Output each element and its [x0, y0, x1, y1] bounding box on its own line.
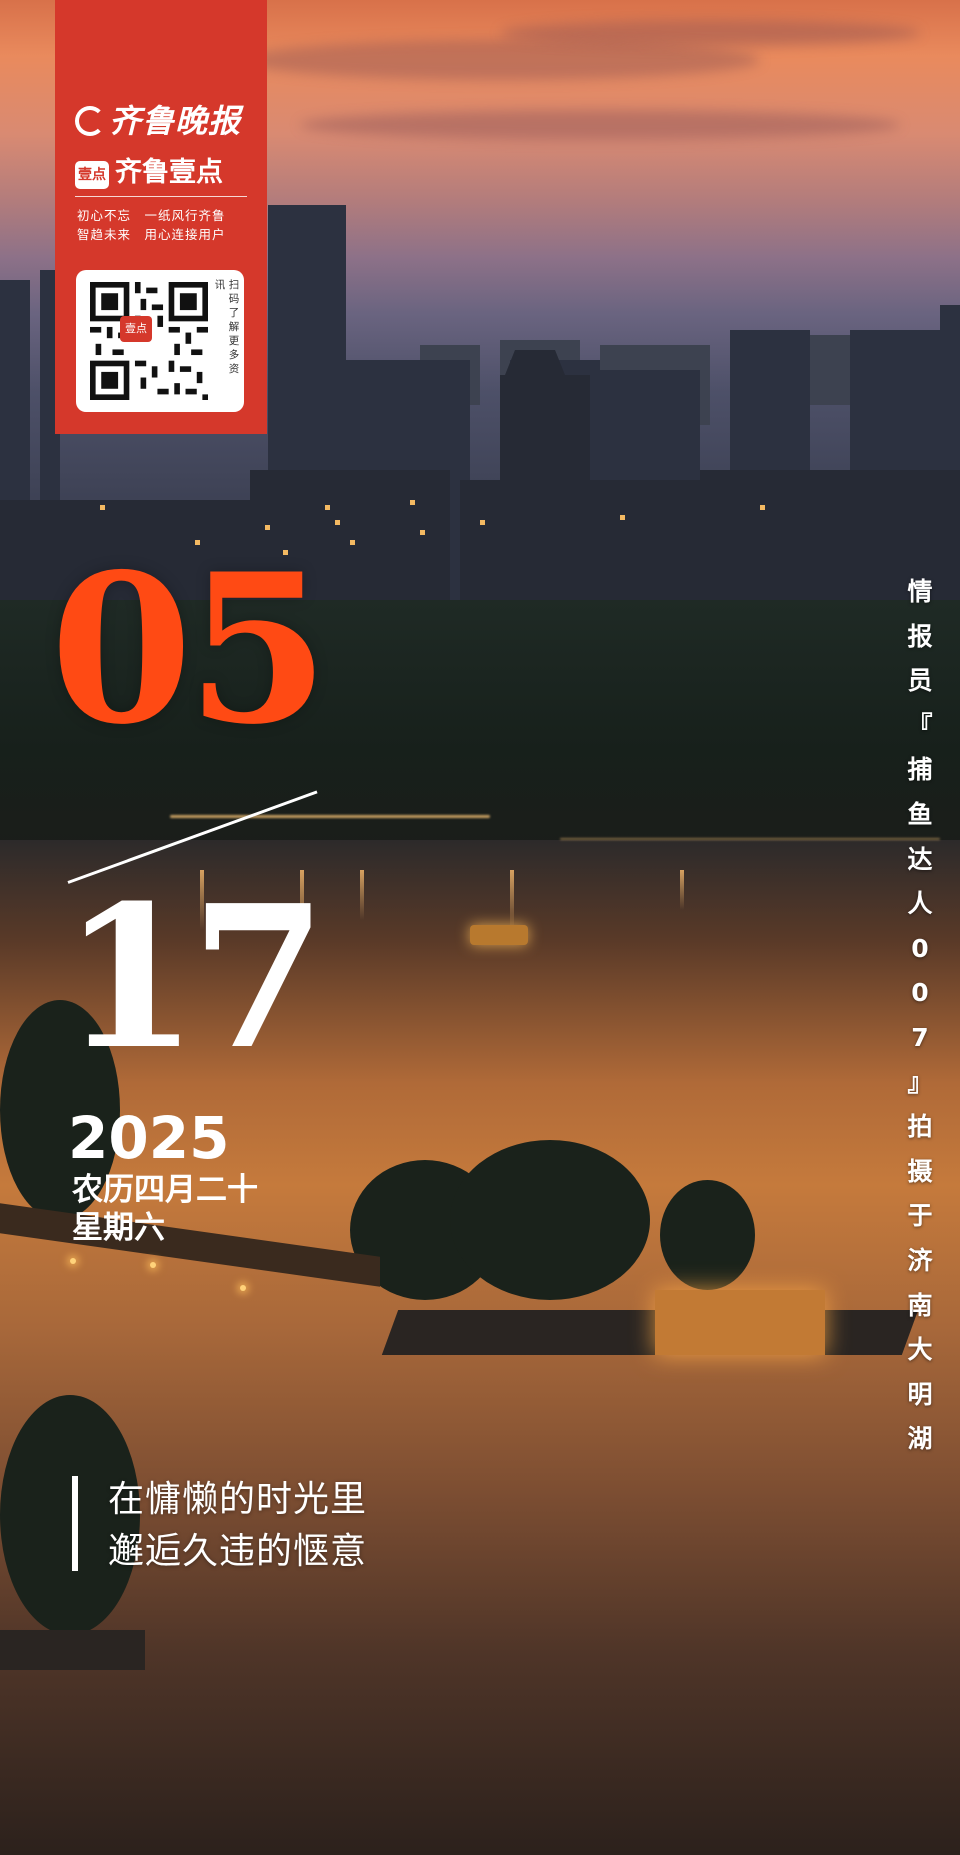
- brand-panel: 齐鲁晚报 壹点 齐鲁壹点 初心不忘 一纸风行齐鲁 智趋未来 用心连接用户 壹点 …: [55, 0, 267, 434]
- qr-caption-col-2: 讯: [214, 279, 226, 291]
- bridge-lamp: [70, 1258, 76, 1264]
- photo-credit-char: 情: [907, 577, 933, 606]
- photo-credit-char: 湖: [907, 1424, 933, 1454]
- shore-lights: [170, 815, 490, 818]
- qr-caption-col-1: 扫码了解更多资: [228, 279, 240, 375]
- photo-credit-char: 『: [907, 710, 933, 740]
- day-number: 17: [62, 863, 327, 1093]
- month-number: 05: [50, 530, 329, 770]
- lunar-date: 农历四月二十: [72, 1172, 258, 1208]
- newspaper-logo: 齐鲁晚报: [75, 96, 241, 142]
- slogan-line-1: 初心不忘 一纸风行齐鲁: [77, 208, 226, 223]
- shore-lights: [560, 838, 940, 840]
- photo-credit-char: 0: [911, 978, 929, 1008]
- photo-credit-char: 0: [911, 933, 929, 963]
- photo-credit: 情报员『捕鱼达人 0 0 7 』拍摄于济南大明湖: [905, 570, 935, 1462]
- photo-credit-char: 达: [907, 844, 933, 874]
- slogan-line-2: 智趋未来 用心连接用户: [77, 227, 226, 242]
- photo-credit-char: 于: [907, 1201, 933, 1231]
- tree: [660, 1180, 755, 1290]
- photo-credit-char: 明: [907, 1379, 933, 1409]
- photo-credit-char: 大: [907, 1335, 933, 1365]
- photo-credit-char: 摄: [907, 1156, 933, 1186]
- app-logo: 壹点 齐鲁壹点: [75, 150, 223, 189]
- tour-boat: [470, 925, 528, 945]
- newspaper-name: 齐鲁晚报: [109, 102, 242, 140]
- lit-pavilion: [655, 1290, 825, 1355]
- photo-credit-char: 报: [907, 621, 933, 651]
- quote-line-2: 邂逅久违的惬意: [108, 1531, 368, 1572]
- light-reflection: [510, 870, 514, 930]
- light-reflection: [360, 870, 364, 920]
- tree: [450, 1140, 650, 1300]
- photo-credit-char: 7: [911, 1022, 929, 1052]
- photo-credit-char: 南: [907, 1290, 933, 1320]
- bridge-lamp: [240, 1285, 246, 1291]
- photo-credit-char: 捕: [907, 755, 933, 785]
- light-reflection: [680, 870, 684, 910]
- year: 2025: [68, 1104, 230, 1172]
- bridge-lamp: [150, 1262, 156, 1268]
- qr-code-card[interactable]: 壹点 讯 扫码了解更多资: [76, 270, 244, 412]
- photo-credit-char: 济: [907, 1245, 933, 1275]
- divider: [75, 196, 247, 197]
- photo-credit-char: 员: [907, 666, 933, 696]
- qr-center-logo: 壹点: [120, 316, 152, 342]
- photo-credit-char: 』: [907, 1067, 933, 1097]
- photo-credit-char: 鱼: [907, 799, 933, 829]
- app-logo-icon: 壹点: [75, 161, 109, 189]
- weekday: 星期六: [72, 1210, 165, 1246]
- app-name: 齐鲁壹点: [115, 157, 223, 188]
- quote-line-1: 在慵懒的时光里: [108, 1479, 368, 1520]
- island: [381, 1310, 919, 1355]
- quote-bar: [72, 1476, 78, 1571]
- shore: [0, 1630, 145, 1670]
- photo-credit-char: 人: [907, 889, 933, 919]
- swirl-logo-icon: [75, 106, 105, 136]
- photo-credit-char: 拍: [907, 1112, 933, 1142]
